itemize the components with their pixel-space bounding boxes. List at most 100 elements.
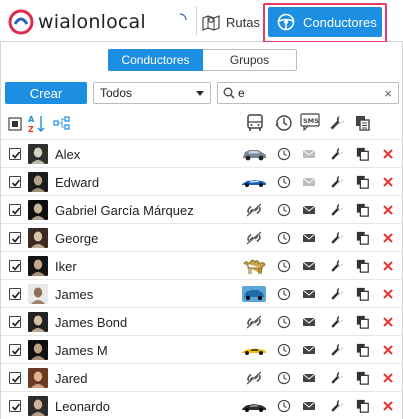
send-sms-icon[interactable] bbox=[302, 259, 316, 273]
driver-row[interactable]: James M bbox=[1, 335, 402, 363]
driver-name[interactable]: George bbox=[55, 231, 98, 246]
driver-name[interactable]: Edward bbox=[55, 175, 99, 190]
search-box[interactable]: × bbox=[217, 82, 399, 104]
send-sms-icon[interactable] bbox=[302, 343, 316, 357]
row-checkbox[interactable] bbox=[9, 204, 21, 216]
delete-icon[interactable] bbox=[382, 204, 396, 218]
unbound-unit-icon[interactable] bbox=[241, 228, 267, 248]
tab-rutas[interactable]: Rutas bbox=[202, 8, 260, 36]
copy-icon[interactable] bbox=[356, 343, 370, 357]
delete-icon[interactable] bbox=[382, 232, 396, 246]
properties-wrench-icon[interactable] bbox=[330, 259, 344, 273]
history-clock-icon[interactable] bbox=[277, 203, 291, 217]
unbound-unit-icon[interactable] bbox=[241, 368, 267, 388]
clear-search-icon[interactable]: × bbox=[384, 86, 392, 101]
send-sms-icon[interactable] bbox=[302, 315, 316, 329]
row-checkbox[interactable] bbox=[9, 316, 21, 328]
delete-icon[interactable] bbox=[382, 372, 396, 386]
driver-row[interactable]: Alex bbox=[1, 139, 402, 167]
unit-car-teal-icon[interactable] bbox=[241, 284, 267, 304]
driver-row[interactable]: Edward bbox=[1, 167, 402, 195]
send-sms-icon[interactable] bbox=[302, 399, 316, 413]
wialon-local-logo[interactable]: wialonlocal bbox=[8, 9, 188, 35]
driver-row[interactable]: Iker bbox=[1, 251, 402, 279]
properties-wrench-icon[interactable] bbox=[330, 203, 344, 217]
properties-wrench-icon[interactable] bbox=[330, 231, 344, 245]
history-clock-icon[interactable] bbox=[277, 231, 291, 245]
driver-row[interactable]: Gabriel García Márquez bbox=[1, 195, 402, 223]
tab-conductores[interactable]: Conductores bbox=[268, 7, 382, 37]
unit-car-yellow-icon[interactable] bbox=[241, 340, 267, 360]
copy-icon[interactable] bbox=[356, 399, 370, 413]
search-input[interactable] bbox=[238, 85, 378, 101]
history-clock-icon[interactable] bbox=[277, 259, 291, 273]
row-checkbox[interactable] bbox=[9, 260, 21, 272]
driver-name[interactable]: James bbox=[55, 287, 93, 302]
send-sms-icon[interactable] bbox=[302, 287, 316, 301]
sort-az-icon[interactable]: A Z bbox=[28, 114, 46, 134]
filter-select[interactable]: Todos bbox=[93, 82, 211, 104]
copy-icon[interactable] bbox=[356, 231, 370, 245]
row-checkbox[interactable] bbox=[9, 288, 21, 300]
driver-name[interactable]: James Bond bbox=[55, 315, 127, 330]
hierarchy-icon[interactable] bbox=[53, 116, 71, 130]
select-all-checkbox[interactable] bbox=[8, 117, 22, 131]
properties-wrench-icon[interactable] bbox=[330, 175, 344, 189]
delete-icon[interactable] bbox=[382, 288, 396, 302]
properties-wrench-icon[interactable] bbox=[330, 371, 344, 385]
history-clock-icon[interactable] bbox=[277, 399, 291, 413]
history-clock-icon[interactable] bbox=[277, 147, 291, 161]
properties-wrench-icon[interactable] bbox=[330, 399, 344, 413]
delete-icon[interactable] bbox=[382, 400, 396, 414]
properties-wrench-icon[interactable] bbox=[330, 147, 344, 161]
driver-row[interactable]: James Bond bbox=[1, 307, 402, 335]
unit-car-blue-icon[interactable] bbox=[241, 172, 267, 192]
driver-row[interactable]: Jared bbox=[1, 363, 402, 391]
row-checkbox[interactable] bbox=[9, 344, 21, 356]
copy-icon[interactable] bbox=[356, 371, 370, 385]
properties-wrench-icon[interactable] bbox=[330, 287, 344, 301]
driver-name[interactable]: James M bbox=[55, 343, 108, 358]
row-checkbox[interactable] bbox=[9, 400, 21, 412]
history-clock-icon[interactable] bbox=[277, 343, 291, 357]
unbound-unit-icon[interactable] bbox=[241, 200, 267, 220]
send-sms-icon[interactable] bbox=[302, 175, 316, 189]
history-clock-icon[interactable] bbox=[277, 287, 291, 301]
send-sms-icon[interactable] bbox=[302, 371, 316, 385]
unit-car-dark-icon[interactable] bbox=[241, 396, 267, 416]
driver-row[interactable]: Leonardo bbox=[1, 391, 402, 419]
row-checkbox[interactable] bbox=[9, 232, 21, 244]
driver-name[interactable]: Jared bbox=[55, 371, 88, 386]
delete-icon[interactable] bbox=[382, 344, 396, 358]
unit-camel-icon[interactable] bbox=[241, 256, 267, 276]
delete-icon[interactable] bbox=[382, 176, 396, 190]
row-checkbox[interactable] bbox=[9, 148, 21, 160]
copy-icon[interactable] bbox=[356, 287, 370, 301]
unbound-unit-icon[interactable] bbox=[241, 312, 267, 332]
copy-icon[interactable] bbox=[356, 315, 370, 329]
delete-icon[interactable] bbox=[382, 316, 396, 330]
copy-icon[interactable] bbox=[356, 175, 370, 189]
delete-icon[interactable] bbox=[382, 260, 396, 274]
driver-name[interactable]: Alex bbox=[55, 147, 80, 162]
send-sms-icon[interactable] bbox=[302, 147, 316, 161]
copy-icon[interactable] bbox=[356, 147, 370, 161]
copy-icon[interactable] bbox=[356, 259, 370, 273]
send-sms-icon[interactable] bbox=[302, 231, 316, 245]
driver-row[interactable]: James bbox=[1, 279, 402, 307]
driver-name[interactable]: Gabriel García Márquez bbox=[55, 203, 194, 218]
properties-wrench-icon[interactable] bbox=[330, 315, 344, 329]
segment-conductores[interactable]: Conductores bbox=[108, 49, 203, 71]
driver-name[interactable]: Leonardo bbox=[55, 399, 110, 414]
history-clock-icon[interactable] bbox=[277, 315, 291, 329]
unit-car-gray-icon[interactable] bbox=[241, 144, 267, 164]
delete-icon[interactable] bbox=[382, 148, 396, 162]
driver-name[interactable]: Iker bbox=[55, 259, 77, 274]
row-checkbox[interactable] bbox=[9, 372, 21, 384]
segment-grupos[interactable]: Grupos bbox=[203, 49, 297, 71]
copy-icon[interactable] bbox=[356, 203, 370, 217]
history-clock-icon[interactable] bbox=[277, 371, 291, 385]
send-sms-icon[interactable] bbox=[302, 203, 316, 217]
properties-wrench-icon[interactable] bbox=[330, 343, 344, 357]
driver-row[interactable]: George bbox=[1, 223, 402, 251]
